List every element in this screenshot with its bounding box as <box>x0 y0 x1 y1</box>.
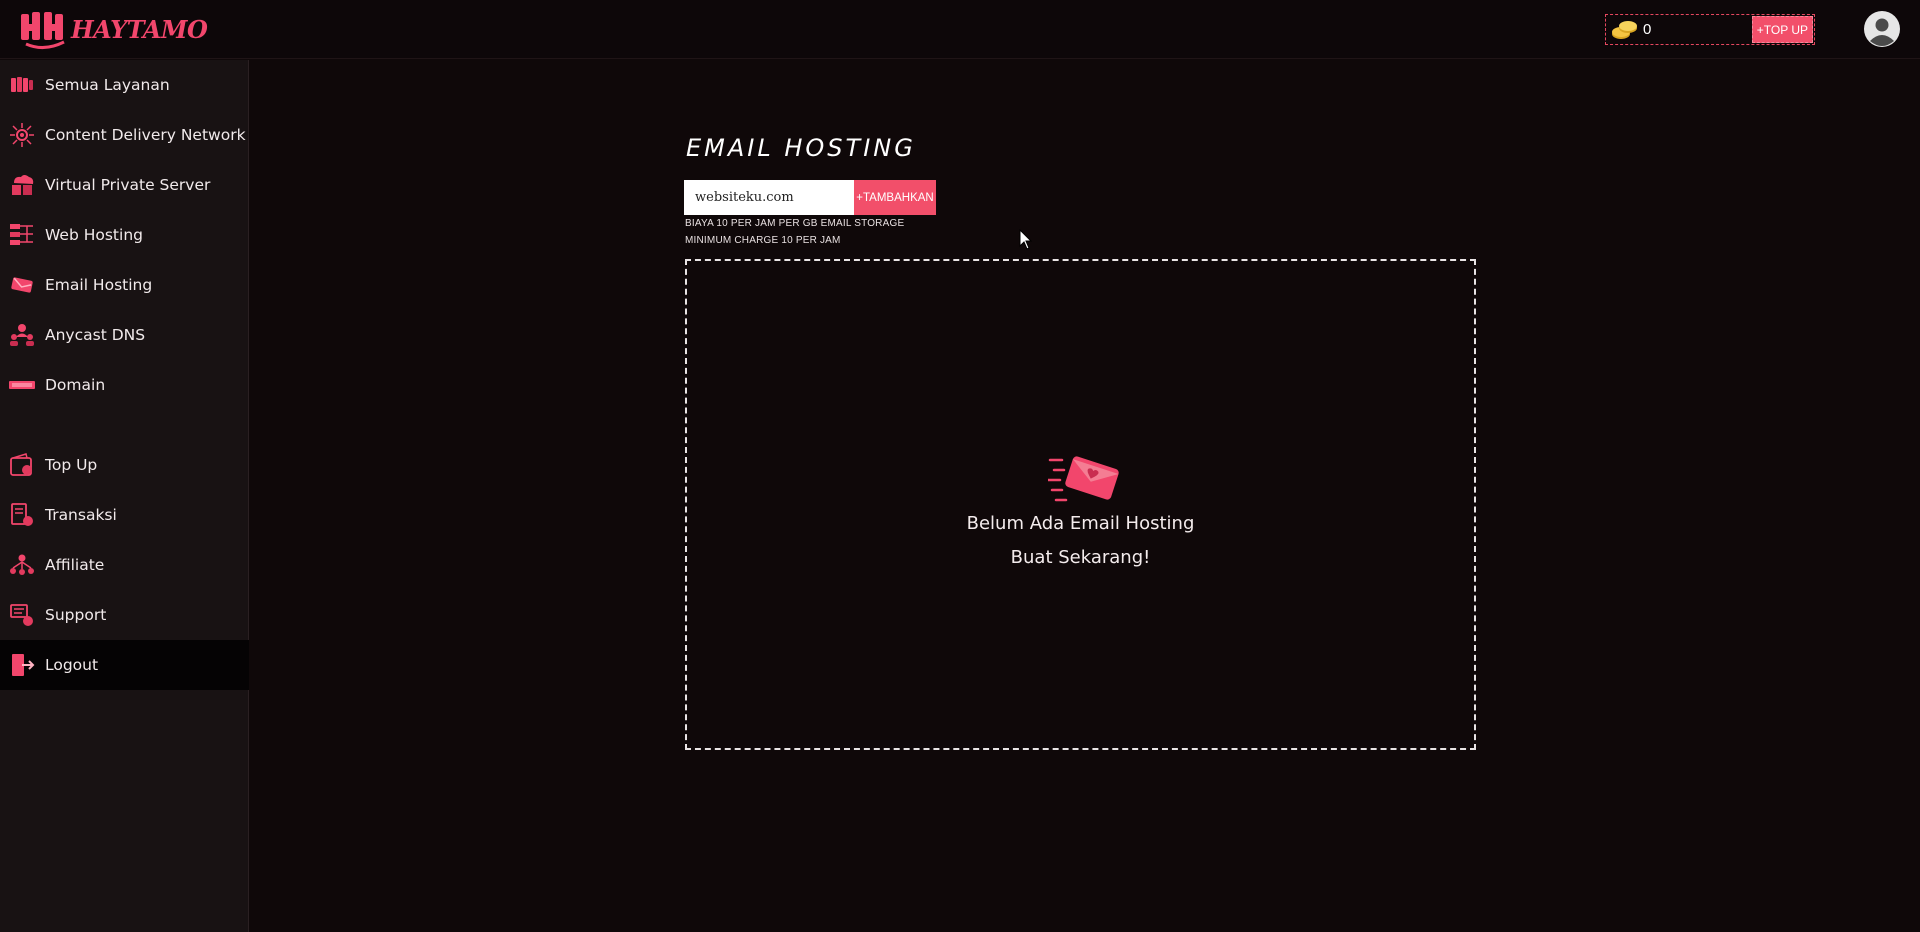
top-bar: HAYTAMO 0 +TOP UP <box>0 0 1920 59</box>
logout-icon <box>9 652 35 678</box>
sidebar-item-affiliate[interactable]: Affiliate <box>0 540 249 590</box>
services-icon <box>9 72 35 98</box>
sidebar-item-semua-layanan[interactable]: Semua Layanan <box>0 60 249 110</box>
sidebar-item-logout[interactable]: Logout <box>0 640 249 690</box>
envelope-icon <box>1046 450 1120 504</box>
minimum-charge-note: MINIMUM CHARGE 10 PER JAM <box>685 235 841 246</box>
sidebar-item-cdn[interactable]: Content Delivery Network <box>0 110 249 160</box>
user-avatar-icon[interactable] <box>1864 11 1900 47</box>
sidebar-item-web-hosting[interactable]: Web Hosting <box>0 210 249 260</box>
sidebar-item-support[interactable]: Support <box>0 590 249 640</box>
domain-icon <box>9 372 35 398</box>
add-email-hosting-button[interactable]: +TAMBAHKAN <box>854 180 936 215</box>
sidebar-item-label: Transaksi <box>45 506 117 524</box>
email-hosting-icon <box>9 272 35 298</box>
sidebar-item-label: Email Hosting <box>45 276 153 294</box>
sidebar-item-label: Content Delivery Network <box>45 126 246 144</box>
affiliate-icon <box>9 552 35 578</box>
topup-button[interactable]: +TOP UP <box>1751 16 1813 43</box>
logo-text: HAYTAMO <box>71 14 208 44</box>
sidebar-item-label: Logout <box>45 656 99 674</box>
sidebar-item-label: Support <box>45 606 107 624</box>
sidebar-item-anycast-dns[interactable]: Anycast DNS <box>0 310 249 360</box>
sidebar-item-domain[interactable]: Domain <box>0 360 249 410</box>
fee-note: BIAYA 10 PER JAM PER GB EMAIL STORAGE <box>685 218 905 229</box>
page-title: EMAIL HOSTING <box>686 134 916 162</box>
sidebar-item-label: Semua Layanan <box>45 76 170 94</box>
balance-value: 0 <box>1643 21 1652 38</box>
cdn-icon <box>9 122 35 148</box>
sidebar-item-label: Top Up <box>45 456 98 474</box>
sidebar-item-email-hosting[interactable]: Email Hosting <box>0 260 249 310</box>
sidebar: Semua Layanan Content Delivery Network V… <box>0 60 249 932</box>
sidebar-item-vps[interactable]: Virtual Private Server <box>0 160 249 210</box>
sidebar-item-label: Virtual Private Server <box>45 176 211 194</box>
transaction-icon <box>9 502 35 528</box>
logo-mark-icon <box>20 8 68 50</box>
wallet-icon <box>9 452 35 478</box>
balance-widget: 0 +TOP UP <box>1605 14 1815 45</box>
domain-input[interactable] <box>684 180 854 215</box>
sidebar-item-label: Domain <box>45 376 106 394</box>
sidebar-item-label: Web Hosting <box>45 226 143 244</box>
sidebar-item-top-up[interactable]: Top Up <box>0 440 249 490</box>
web-hosting-icon <box>9 222 35 248</box>
mouse-cursor-icon <box>1019 228 1033 251</box>
sidebar-item-label: Affiliate <box>45 556 105 574</box>
create-now-link[interactable]: Buat Sekarang! <box>687 547 1474 568</box>
vps-icon <box>9 172 35 198</box>
empty-state-title: Belum Ada Email Hosting <box>966 513 1195 534</box>
support-icon <box>9 602 35 628</box>
empty-state-panel: Belum Ada Email Hosting Buat Sekarang! <box>685 259 1476 750</box>
add-domain-form: +TAMBAHKAN <box>684 180 936 215</box>
dns-icon <box>9 322 35 348</box>
sidebar-item-label: Anycast DNS <box>45 326 146 344</box>
sidebar-item-transaksi[interactable]: Transaksi <box>0 490 249 540</box>
brand-logo[interactable]: HAYTAMO <box>20 8 208 50</box>
coins-icon <box>1611 19 1639 41</box>
